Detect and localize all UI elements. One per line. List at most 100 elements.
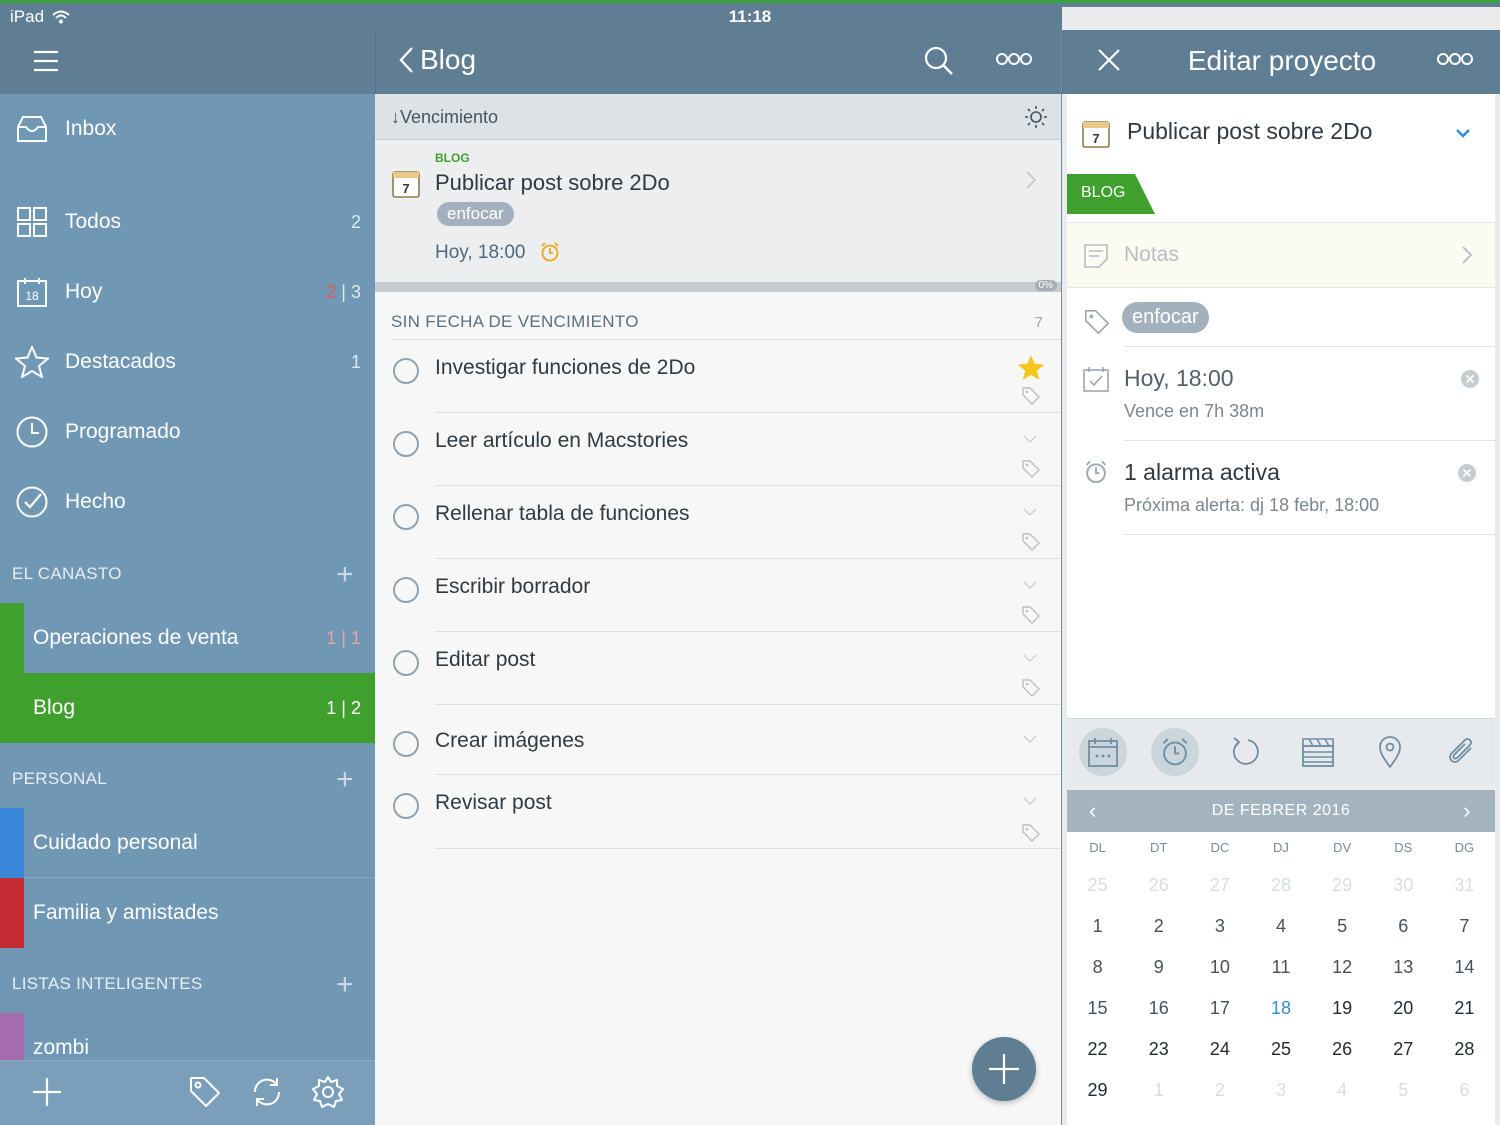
add-list-button[interactable]: +	[336, 968, 354, 1002]
calendar-day[interactable]: 8	[1067, 957, 1128, 998]
tag-icon[interactable]	[188, 1075, 222, 1109]
next-month-button[interactable]: ›	[1463, 790, 1471, 832]
back-button[interactable]: Blog	[398, 44, 476, 76]
chevron-down-icon[interactable]	[1023, 435, 1037, 443]
featured-task[interactable]: 7 BLOG Publicar post sobre 2Do enfocar H…	[375, 140, 1061, 286]
list-flag[interactable]: BLOG	[1067, 174, 1157, 214]
calendar-day[interactable]: 4	[1250, 916, 1311, 957]
task-row[interactable]: Investigar funciones de 2Do	[375, 340, 1061, 413]
calendar-day[interactable]: 3	[1189, 916, 1250, 957]
chevron-down-icon[interactable]	[1023, 581, 1037, 589]
calendar-day[interactable]: 27	[1373, 1039, 1434, 1080]
calendar-day[interactable]: 5	[1312, 916, 1373, 957]
sync-icon[interactable]	[250, 1075, 284, 1109]
calendar-day[interactable]: 28	[1434, 1039, 1495, 1080]
more-icon[interactable]	[1437, 52, 1473, 66]
calendar-day[interactable]: 6	[1373, 916, 1434, 957]
calendar-day[interactable]: 4	[1312, 1080, 1373, 1121]
calendar-day[interactable]: 5	[1373, 1080, 1434, 1121]
tag-icon[interactable]	[1021, 532, 1041, 552]
clear-icon[interactable]	[1458, 464, 1476, 482]
alarm-tab[interactable]	[1151, 728, 1199, 776]
date-tab[interactable]	[1079, 728, 1127, 776]
settings-icon[interactable]	[311, 1075, 345, 1109]
calendar-day[interactable]: 30	[1373, 875, 1434, 916]
calendar-day[interactable]: 22	[1067, 1039, 1128, 1080]
calendar-day[interactable]: 15	[1067, 998, 1128, 1039]
task-checkbox[interactable]	[393, 731, 419, 757]
tag-icon[interactable]	[1021, 386, 1041, 406]
calendar-day[interactable]: 1	[1067, 916, 1128, 957]
calendar-day[interactable]: 14	[1434, 957, 1495, 998]
calendar-day[interactable]: 25	[1067, 875, 1128, 916]
calendar-day[interactable]: 29	[1067, 1080, 1128, 1121]
project-title-field[interactable]: Publicar post sobre 2Do	[1127, 118, 1372, 145]
task-checkbox[interactable]	[393, 577, 419, 603]
alarm-value[interactable]: 1 alarma activa	[1124, 459, 1280, 486]
calendar-day[interactable]: 1	[1128, 1080, 1189, 1121]
task-checkbox[interactable]	[393, 793, 419, 819]
add-task-button[interactable]	[972, 1037, 1036, 1101]
task-checkbox[interactable]	[393, 650, 419, 676]
task-row[interactable]: Editar post	[375, 632, 1061, 705]
sidebar-item-hecho[interactable]: Hecho	[0, 467, 375, 537]
more-icon[interactable]	[996, 52, 1032, 66]
calendar-day[interactable]: 11	[1250, 957, 1311, 998]
chevron-down-icon[interactable]	[1023, 797, 1037, 805]
chevron-down-icon[interactable]	[1023, 735, 1037, 743]
add-list-button[interactable]: +	[336, 558, 354, 592]
sidebar-item-todos[interactable]: Todos 2	[0, 187, 375, 257]
calendar-day[interactable]: 13	[1373, 957, 1434, 998]
tag-chip[interactable]: enfocar	[437, 202, 514, 226]
calendar-day[interactable]: 7	[1434, 916, 1495, 957]
list-item-zombi[interactable]: zombi	[0, 1013, 375, 1060]
sun-icon[interactable]	[1025, 106, 1047, 128]
calendar-day[interactable]: 29	[1312, 875, 1373, 916]
task-row[interactable]: Escribir borrador	[375, 559, 1061, 632]
due-date-value[interactable]: Hoy, 18:00	[1124, 365, 1234, 392]
tag-icon[interactable]	[1021, 605, 1041, 625]
calendar-day[interactable]: 10	[1189, 957, 1250, 998]
task-row[interactable]: Crear imágenes	[375, 705, 1061, 775]
calendar-day[interactable]: 31	[1434, 875, 1495, 916]
tag-icon[interactable]	[1021, 459, 1041, 479]
list-item-familia[interactable]: Familia y amistades	[0, 878, 375, 948]
sidebar-item-hoy[interactable]: 18 Hoy 2 | 3	[0, 257, 375, 327]
sort-bar[interactable]: ↓Vencimiento	[375, 94, 1061, 140]
calendar-day[interactable]: 2	[1128, 916, 1189, 957]
calendar-day[interactable]: 21	[1434, 998, 1495, 1039]
tag-icon[interactable]	[1021, 823, 1041, 843]
list-item-cuidado[interactable]: Cuidado personal	[0, 808, 375, 878]
calendar-day[interactable]: 28	[1250, 875, 1311, 916]
calendar-day[interactable]: 3	[1250, 1080, 1311, 1121]
add-icon[interactable]	[32, 1077, 62, 1107]
task-checkbox[interactable]	[393, 358, 419, 384]
tag-icon[interactable]	[1021, 678, 1041, 698]
location-tab[interactable]	[1366, 728, 1414, 776]
sidebar-item-inbox[interactable]: Inbox	[0, 94, 375, 164]
search-icon[interactable]	[924, 46, 954, 76]
prev-month-button[interactable]: ‹	[1089, 790, 1097, 832]
add-list-button[interactable]: +	[336, 763, 354, 797]
notes-field[interactable]: Notas	[1067, 222, 1495, 288]
calendar-day[interactable]: 9	[1128, 957, 1189, 998]
star-icon[interactable]	[1017, 354, 1045, 381]
calendar-day[interactable]: 19	[1312, 998, 1373, 1039]
calendar-day[interactable]: 16	[1128, 998, 1189, 1039]
chevron-down-icon[interactable]	[1455, 128, 1471, 138]
calendar-day[interactable]: 17	[1189, 998, 1250, 1039]
calendar-day[interactable]: 18	[1250, 998, 1311, 1039]
list-item-blog[interactable]: Blog 1 | 2	[0, 673, 375, 743]
clear-icon[interactable]	[1461, 370, 1479, 388]
task-checkbox[interactable]	[393, 431, 419, 457]
repeat-tab[interactable]	[1222, 728, 1270, 776]
calendar-day[interactable]: 24	[1189, 1039, 1250, 1080]
calendar-day[interactable]: 25	[1250, 1039, 1311, 1080]
calendar-day[interactable]: 23	[1128, 1039, 1189, 1080]
task-row[interactable]: Rellenar tabla de funciones	[375, 486, 1061, 559]
menu-icon[interactable]	[33, 50, 59, 72]
calendar-day[interactable]: 26	[1128, 875, 1189, 916]
sidebar-item-programado[interactable]: Programado	[0, 397, 375, 467]
calendar-day[interactable]: 12	[1312, 957, 1373, 998]
calendar-day[interactable]: 2	[1189, 1080, 1250, 1121]
